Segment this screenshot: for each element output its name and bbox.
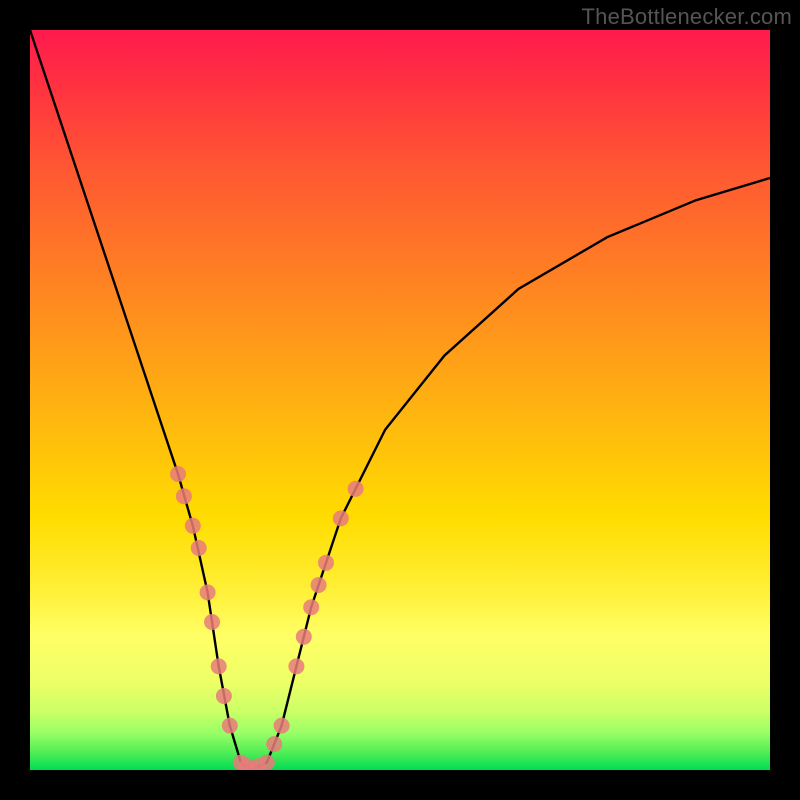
marker-point: [303, 599, 319, 615]
plot-area: [30, 30, 770, 770]
marker-point: [191, 540, 207, 556]
marker-point: [296, 629, 312, 645]
marker-point: [216, 688, 232, 704]
marker-point: [311, 577, 327, 593]
marker-point: [266, 736, 282, 752]
marker-point: [170, 466, 186, 482]
chart-svg: [30, 30, 770, 770]
watermark-text: TheBottlenecker.com: [582, 4, 792, 30]
marker-point: [200, 584, 216, 600]
marker-point: [211, 658, 227, 674]
marker-point: [176, 488, 192, 504]
marker-point: [318, 555, 334, 571]
bottleneck-curve: [30, 30, 770, 770]
chart-frame: TheBottlenecker.com: [0, 0, 800, 800]
marker-point: [348, 481, 364, 497]
marker-point: [288, 658, 304, 674]
marker-point: [333, 510, 349, 526]
marker-point: [274, 718, 290, 734]
marker-point: [259, 755, 275, 770]
marker-point: [222, 718, 238, 734]
marker-group: [170, 466, 364, 770]
marker-point: [204, 614, 220, 630]
marker-point: [185, 518, 201, 534]
